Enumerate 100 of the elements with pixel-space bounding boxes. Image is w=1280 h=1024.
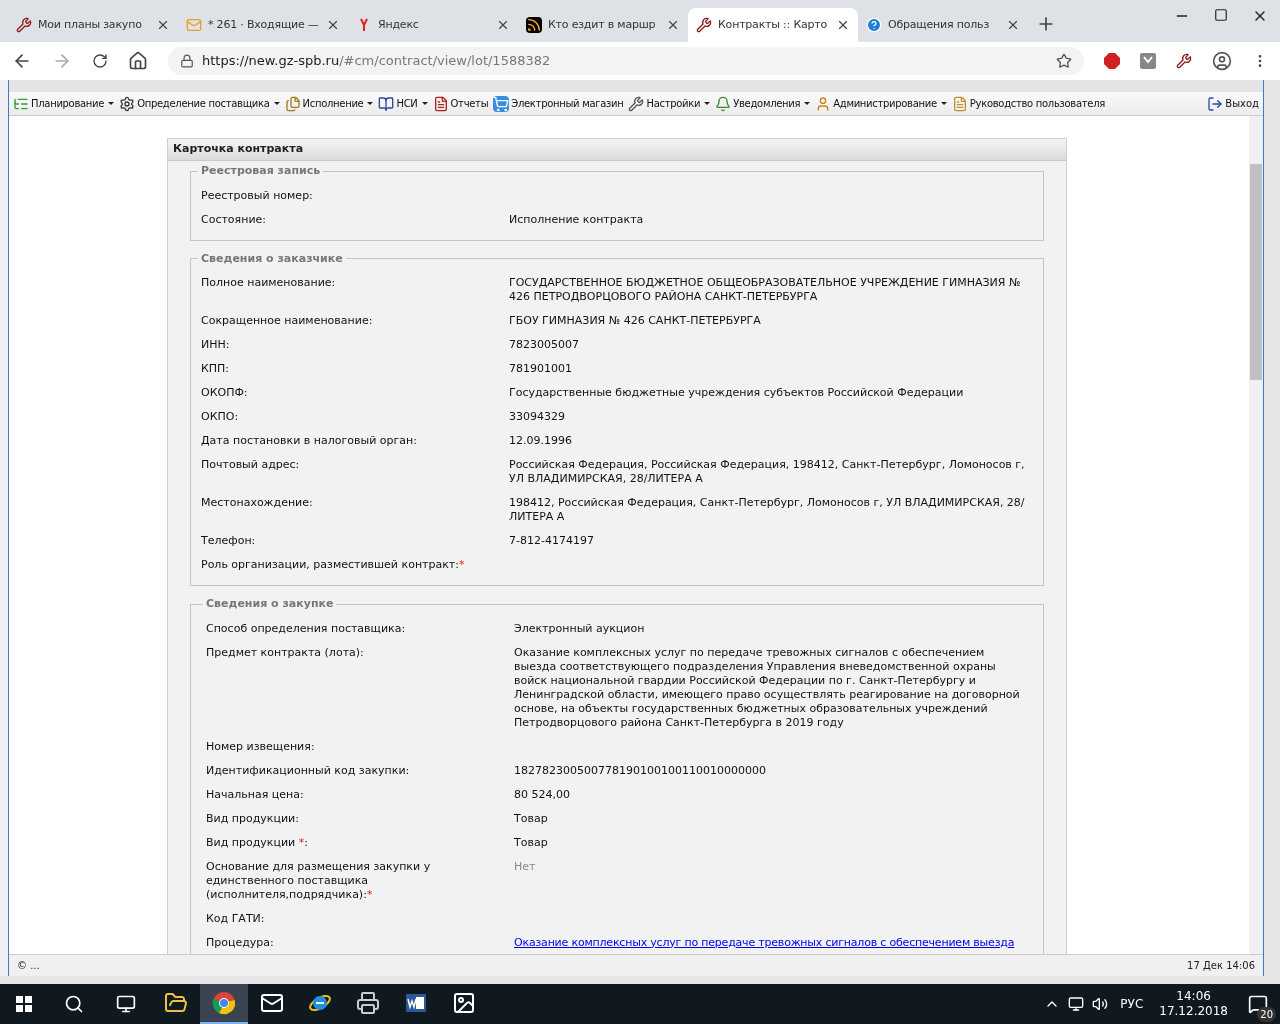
browser-tab[interactable]: Контракты :: Карто (688, 8, 858, 42)
language-indicator[interactable]: РУС (1120, 995, 1144, 1013)
field-value: Товар (514, 835, 548, 850)
menu-item[interactable]: Администрирование (815, 95, 947, 112)
field-label: Предмет контракта (лота): (206, 645, 364, 659)
menu-item[interactable]: Настройки (628, 95, 711, 112)
browser-tab[interactable]: Мои планы закупо (8, 8, 178, 42)
field-label: Сокращенное наименование: (201, 314, 373, 327)
windows-start-icon[interactable] (16, 996, 32, 1012)
field-value: 781901001 (509, 362, 572, 376)
field-label: ОКОПФ: (201, 386, 248, 399)
lock-icon (180, 54, 194, 68)
stop-sign-icon[interactable] (1104, 53, 1120, 69)
field-label: Способ определения поставщика: (206, 621, 406, 635)
menu-item[interactable]: Исполнение (284, 95, 374, 112)
close-icon[interactable] (326, 18, 340, 32)
section-title: Реестровая запись (200, 163, 322, 179)
status-time: 17 Дек 14:06 (1187, 959, 1255, 973)
wrench-icon[interactable] (1176, 53, 1192, 69)
documents-icon (284, 95, 301, 112)
star-icon[interactable] (1056, 53, 1072, 69)
extension-icon[interactable] (1140, 53, 1156, 69)
section-title: Сведения о заказчике (200, 250, 344, 267)
network-icon[interactable] (1068, 996, 1085, 1012)
envelope-icon (260, 991, 284, 1015)
field-value: 182782300500778190100100110010000000 (514, 763, 766, 778)
home-icon[interactable] (128, 51, 148, 71)
task-view-icon[interactable] (116, 994, 136, 1014)
field-label: КПП: (201, 362, 230, 375)
menu-item[interactable]: Определение поставщика (119, 95, 280, 112)
field-label: Дата постановки в налоговый орган: (201, 434, 417, 447)
field-value: Государственные бюджетные учреждения субъектов Российской Федерации (509, 386, 964, 400)
field-value: Нет (514, 859, 536, 875)
notification-count: 20 (1257, 1007, 1276, 1022)
clock[interactable]: 14:06 17.12.2018 (1159, 989, 1228, 1019)
menu-item[interactable]: Отчеты (432, 95, 489, 112)
field-label: Местонахождение: (201, 496, 313, 509)
field-value: Оказание комплексных услуг по передаче тревожных сигналов с обеспечением выезда соответствующего подразделения Управления вневедомственной охраны войск национальной гвардии Российской Федерации по г. Санкт-Петербургу и Ленинградской области, имеющего право осуществлять реагирование на договорной основе, на объекты государственных бюджетных образовательных учреждений Петродворцового района Санкт-Петербурга в 2019 году (514, 645, 1021, 730)
field-value: 80 524,00 (514, 787, 570, 802)
wrench-icon (16, 17, 32, 33)
field-label: Начальная цена: (206, 787, 304, 801)
field-value: 7823005007 (509, 338, 579, 352)
field-value: 198412, Российская Федерация, Санкт-Петербург, Ломоносов г, УЛ ВЛАДИМИРСКАЯ, 28/ЛИТЕРА А (509, 496, 1026, 524)
envelope-icon (186, 17, 202, 33)
status-text: © ... (17, 959, 40, 973)
manual-icon (951, 95, 968, 112)
browser-icon (212, 991, 236, 1015)
book-icon (378, 95, 395, 112)
close-icon[interactable] (1006, 18, 1020, 32)
address-field[interactable]: https://new.gz-spb.ru/#cm/contract/view/lot/1588382 (168, 47, 1084, 75)
field-value: ГБОУ ГИМНАЗИЯ № 426 САНКТ-ПЕТЕРБУРГА (509, 314, 761, 328)
folder-icon (164, 991, 188, 1015)
field-label: Состояние: (201, 212, 267, 226)
field-label: Телефон: (201, 534, 256, 547)
logout-button[interactable]: Выход (1207, 95, 1259, 112)
help-icon (866, 17, 882, 33)
close-icon[interactable] (666, 18, 680, 32)
menu-item[interactable]: Электронный магазин (493, 95, 624, 112)
word-icon (404, 991, 428, 1015)
browser-tab[interactable]: Яндекс (348, 8, 518, 42)
field-value: Исполнение контракта (509, 212, 644, 227)
field-label: Вид продукции: (206, 811, 299, 825)
report-icon (432, 95, 449, 112)
field-label: ОКПО: (201, 410, 239, 423)
rss-icon (526, 17, 542, 33)
field-label: ИНН: (201, 338, 230, 351)
menu-item[interactable]: Руководство пользователя (951, 95, 1105, 112)
taskbar-app[interactable] (200, 984, 248, 1024)
field-value: Электронный аукцион (514, 621, 645, 636)
close-icon[interactable] (836, 18, 850, 32)
menu-item[interactable]: Уведомления (715, 95, 811, 112)
maximize-icon[interactable] (1214, 8, 1228, 22)
menu-item[interactable]: Планирование (13, 95, 115, 112)
close-icon[interactable] (496, 18, 510, 32)
close-icon[interactable] (156, 18, 170, 32)
photo-icon (452, 991, 476, 1015)
field-value: 7-812-4174197 (509, 534, 594, 548)
wrench-icon (628, 95, 645, 112)
field-value: Товар (514, 811, 548, 826)
procedure-link[interactable]: Оказание комплексных услуг по передаче тревожных сигналов с обеспечением выезда (514, 935, 1015, 950)
field-value: Российская Федерация, Российская Федерация, 198412, Санкт-Петербург, Ломоносов г, УЛ ВЛАДИМИРСКАЯ, 28/ЛИТЕРА А (509, 458, 1026, 486)
field-label: Почтовый адрес: (201, 458, 300, 471)
reload-icon[interactable] (92, 53, 108, 69)
field-label: Вид продукции *: (206, 835, 308, 849)
search-icon[interactable] (64, 994, 84, 1014)
field-label: Процедура: (206, 935, 274, 949)
browser-tab[interactable]: Обращения польз (858, 8, 1028, 42)
field-label: Номер извещения: (206, 739, 315, 753)
browser-tab[interactable]: * 261 · Входящие — (178, 8, 348, 42)
wrench-icon (696, 17, 712, 33)
field-label: Реестровый номер: (201, 188, 313, 202)
browser-tab[interactable]: Кто ездит в маршр (518, 8, 688, 42)
gear-icon (119, 95, 136, 112)
section-title: Сведения о закупке (205, 596, 335, 612)
speaker-icon[interactable] (1092, 996, 1109, 1012)
profile-icon[interactable] (1212, 51, 1232, 71)
cart-icon (493, 95, 510, 112)
menu-item[interactable]: НСИ (378, 95, 428, 112)
scrollbar[interactable] (1249, 116, 1263, 954)
printer-icon (356, 991, 380, 1015)
